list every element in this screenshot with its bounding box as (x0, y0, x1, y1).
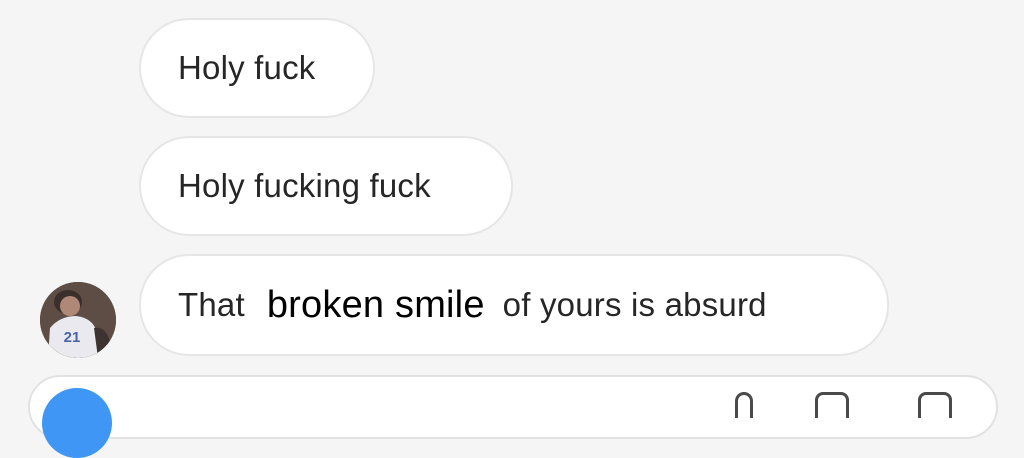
avatar-photo: 21 (40, 282, 116, 358)
image-icon[interactable] (815, 392, 849, 418)
message-composer[interactable] (28, 375, 998, 439)
message-text-after: of yours is absurd (502, 286, 767, 323)
message-bubble[interactable]: Holy fucking fuck (139, 136, 513, 236)
microphone-icon[interactable] (735, 392, 753, 418)
message-text: Holy fucking fuck (178, 167, 431, 204)
avatar[interactable]: 21 (40, 282, 116, 358)
edited-text-overlay: broken smile (250, 286, 497, 324)
jersey-number: 21 (64, 329, 81, 346)
camera-icon[interactable] (42, 388, 112, 458)
message-text-before: That (178, 286, 245, 323)
more-icon[interactable] (918, 392, 952, 418)
message-text: Holy fuck (178, 49, 316, 86)
message-bubble[interactable]: That broken smile of yours is absurd (139, 254, 889, 356)
message-bubble[interactable]: Holy fuck (139, 18, 375, 118)
message-thread: Holy fuck Holy fucking fuck 21 That brok… (0, 0, 1024, 458)
